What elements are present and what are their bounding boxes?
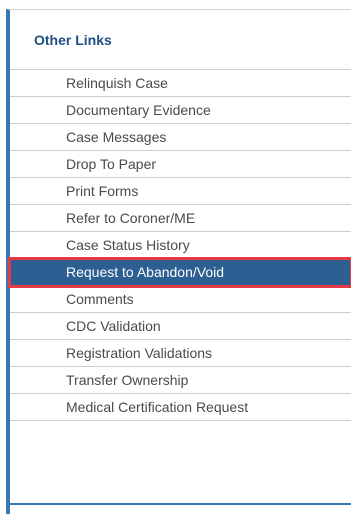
panel-bottom-border [6,503,351,505]
link-documentary-evidence[interactable]: Documentary Evidence [10,97,351,124]
link-cdc-validation[interactable]: CDC Validation [10,313,351,340]
panel-title: Other Links [34,31,112,48]
link-print-forms[interactable]: Print Forms [10,178,351,205]
links-list: Relinquish Case Documentary Evidence Cas… [8,70,351,421]
link-registration-validations[interactable]: Registration Validations [10,340,351,367]
link-refer-to-coroner[interactable]: Refer to Coroner/ME [10,205,351,232]
link-comments[interactable]: Comments [10,286,351,313]
link-relinquish-case[interactable]: Relinquish Case [10,70,351,97]
link-medical-certification-request[interactable]: Medical Certification Request [10,394,351,421]
link-transfer-ownership[interactable]: Transfer Ownership [10,367,351,394]
link-case-status-history[interactable]: Case Status History [10,232,351,259]
link-request-abandon-void[interactable]: Request to Abandon/Void [8,257,351,288]
other-links-panel: Other Links Relinquish Case Documentary … [6,9,351,514]
panel-header: Other Links [10,10,351,70]
link-case-messages[interactable]: Case Messages [10,124,351,151]
link-drop-to-paper[interactable]: Drop To Paper [10,151,351,178]
